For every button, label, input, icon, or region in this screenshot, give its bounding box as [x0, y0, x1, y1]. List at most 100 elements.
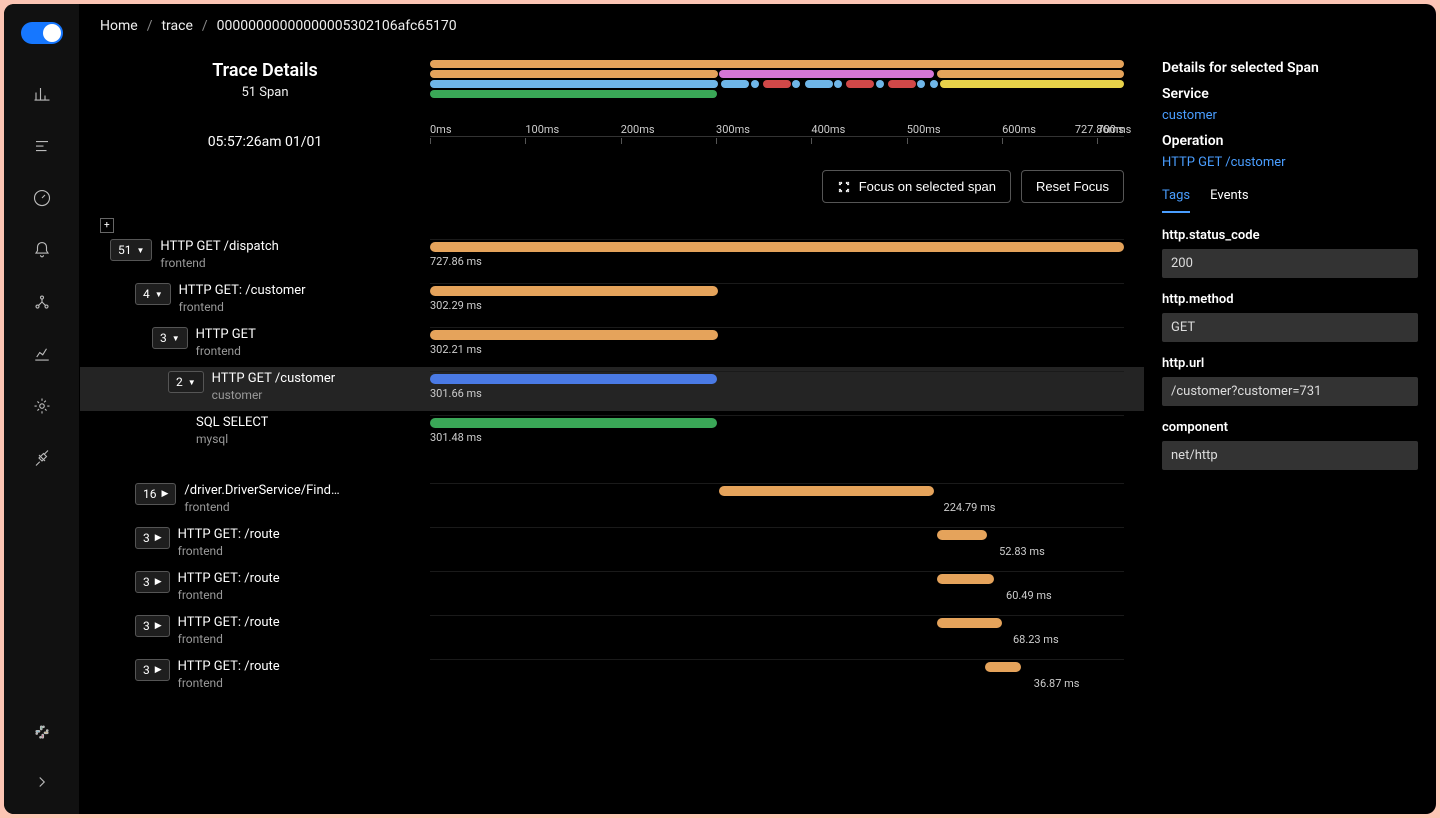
service-label: Service [1162, 86, 1418, 102]
span-duration: 727.86 ms [430, 255, 1124, 268]
gear-icon[interactable] [20, 384, 64, 428]
span-bar[interactable] [985, 662, 1020, 672]
span-operation: HTTP GET: /route [178, 571, 280, 586]
span-row[interactable]: 3▶ HTTP GET: /route frontend 60.49 ms [80, 567, 1144, 611]
span-operation: HTTP GET: /route [178, 615, 280, 630]
span-row[interactable]: 2▼ HTTP GET /customer customer 301.66 ms [80, 367, 1144, 411]
span-duration: 68.23 ms [1013, 633, 1059, 646]
tag-key: component [1162, 420, 1418, 435]
sidebar [4, 4, 80, 814]
span-operation: HTTP GET [196, 327, 256, 342]
span-service: frontend [178, 544, 280, 558]
expand-all-button[interactable]: + [100, 217, 114, 233]
span-count-badge[interactable]: 16▶ [135, 483, 176, 505]
span-service: frontend [160, 256, 278, 270]
span-count-badge[interactable]: 2▼ [168, 371, 204, 393]
slack-icon[interactable] [20, 710, 64, 754]
span-bar[interactable] [719, 486, 933, 496]
breadcrumb-id: 00000000000000005302106afc65170 [217, 18, 457, 34]
tag-key: http.url [1162, 356, 1418, 371]
span-bar[interactable] [430, 242, 1124, 252]
tag-value: /customer?customer=731 [1162, 377, 1418, 406]
span-count-badge[interactable]: 3▶ [135, 571, 170, 593]
span-row[interactable]: 3▼ HTTP GET frontend 302.21 ms [80, 323, 1144, 367]
service-link[interactable]: customer [1162, 108, 1418, 123]
span-row[interactable]: 3▶ HTTP GET: /route frontend 52.83 ms [80, 523, 1144, 567]
span-row[interactable]: 3▶ HTTP GET: /route frontend 68.23 ms [80, 611, 1144, 655]
tag-value: net/http [1162, 441, 1418, 470]
span-service: customer [212, 388, 336, 402]
span-service: frontend [178, 588, 280, 602]
span-operation: /driver.DriverService/Find… [184, 483, 339, 498]
span-count-badge[interactable]: 4▼ [135, 283, 171, 305]
span-row[interactable]: 4▼ HTTP GET: /customer frontend 302.29 ms [80, 279, 1144, 323]
span-bar[interactable] [430, 418, 717, 428]
horizontal-bars-icon[interactable] [20, 124, 64, 168]
span-count-badge[interactable]: 3▶ [135, 615, 170, 637]
span-service: frontend [179, 300, 306, 314]
span-operation: HTTP GET: /route [178, 659, 280, 674]
span-row[interactable]: 16▶ /driver.DriverService/Find… frontend 22… [80, 479, 1144, 523]
span-duration: 301.66 ms [430, 387, 1124, 400]
breadcrumb-trace[interactable]: trace [161, 18, 192, 34]
span-bar[interactable] [937, 530, 988, 540]
span-duration: 52.83 ms [999, 545, 1045, 558]
span-count-badge[interactable]: 51▼ [110, 239, 152, 261]
tag-value: GET [1162, 313, 1418, 342]
span-service: frontend [178, 676, 280, 690]
span-bar[interactable] [430, 286, 718, 296]
bar-chart-icon[interactable] [20, 72, 64, 116]
breadcrumb-home[interactable]: Home [100, 18, 138, 34]
span-operation: HTTP GET: /customer [179, 283, 306, 298]
tag-key: http.status_code [1162, 228, 1418, 243]
span-bar[interactable] [430, 330, 718, 340]
span-duration: 301.48 ms [430, 431, 1124, 444]
timestamp-label: 05:57:26am 01/01 [100, 134, 430, 156]
focus-selected-button[interactable]: Focus on selected span [822, 170, 1011, 203]
span-duration: 224.79 ms [944, 501, 996, 514]
tag-key: http.method [1162, 292, 1418, 307]
reset-focus-button[interactable]: Reset Focus [1021, 170, 1124, 203]
span-count-badge[interactable]: 3▶ [135, 659, 170, 681]
trace-minimap[interactable] [430, 60, 1124, 116]
span-service: mysql [196, 432, 268, 446]
span-operation: SQL SELECT [196, 415, 268, 430]
span-service: frontend [184, 500, 339, 514]
span-duration: 60.49 ms [1006, 589, 1052, 602]
span-bar[interactable] [937, 618, 1002, 628]
operation-label: Operation [1162, 133, 1418, 149]
span-row[interactable]: 3▶ HTTP GET: /route frontend 36.87 ms [80, 655, 1144, 699]
trace-title: Trace Details [100, 60, 430, 81]
span-list: + 51▼ HTTP GET /dispatch frontend 727.86 ms… [80, 217, 1144, 814]
plug-icon[interactable] [20, 436, 64, 480]
span-count-badge[interactable]: 3▼ [152, 327, 188, 349]
chevron-right-icon[interactable] [20, 760, 64, 804]
line-chart-icon[interactable] [20, 332, 64, 376]
dark-mode-toggle[interactable] [21, 22, 63, 44]
span-service: frontend [196, 344, 256, 358]
tag-value: 200 [1162, 249, 1418, 278]
operation-link[interactable]: HTTP GET /customer [1162, 155, 1418, 170]
span-duration: 36.87 ms [1034, 677, 1080, 690]
span-operation: HTTP GET /dispatch [160, 239, 278, 254]
span-count-badge[interactable]: 3▶ [135, 527, 170, 549]
span-duration: 302.29 ms [430, 299, 1124, 312]
alert-icon[interactable] [20, 228, 64, 272]
span-bar[interactable] [937, 574, 995, 584]
span-service: frontend [178, 632, 280, 646]
span-operation: HTTP GET /customer [212, 371, 336, 386]
span-duration: 302.21 ms [430, 343, 1124, 356]
time-ruler: 727.86ms 0ms100ms200ms300ms400ms500ms600… [430, 136, 1124, 158]
breadcrumb: Home / trace / 00000000000000005302106af… [80, 4, 1436, 48]
span-row[interactable]: SQL SELECT mysql 301.48 ms [80, 411, 1144, 455]
details-panel: Details for selected Span Service custom… [1144, 48, 1436, 814]
span-bar[interactable] [430, 374, 717, 384]
span-row[interactable]: 51▼ HTTP GET /dispatch frontend 727.86 ms [80, 235, 1144, 279]
details-title: Details for selected Span [1162, 60, 1418, 76]
span-operation: HTTP GET: /route [178, 527, 280, 542]
gauge-icon[interactable] [20, 176, 64, 220]
tab-tags[interactable]: Tags [1162, 188, 1190, 213]
tab-events[interactable]: Events [1210, 188, 1248, 213]
trace-span-count: 51 Span [100, 85, 430, 100]
nodes-icon[interactable] [20, 280, 64, 324]
